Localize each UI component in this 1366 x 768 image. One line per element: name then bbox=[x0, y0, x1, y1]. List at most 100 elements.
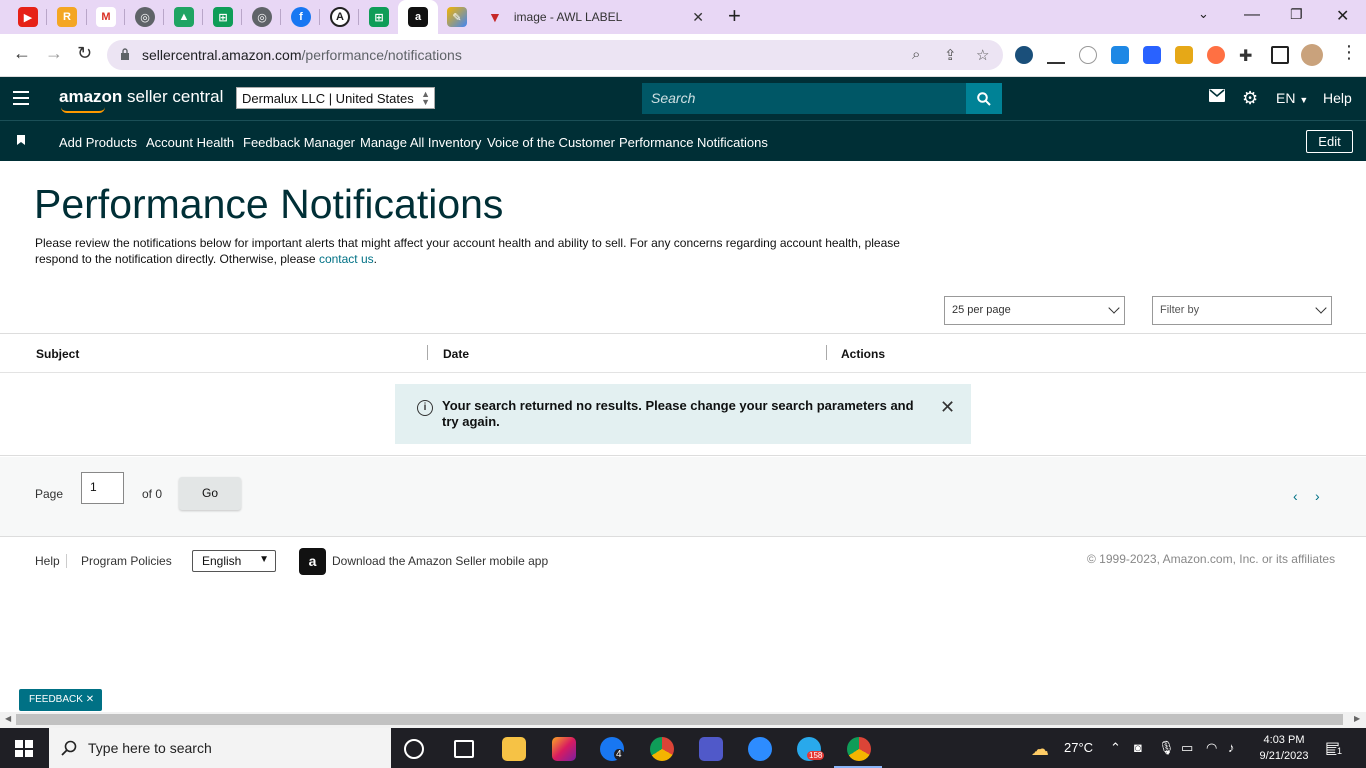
google-sheets-tab-icon[interactable]: ⊞ bbox=[213, 7, 233, 27]
r-app-tab-icon[interactable]: R bbox=[57, 7, 77, 27]
column-subject[interactable]: Subject bbox=[36, 347, 79, 361]
reload-button[interactable]: ↻ bbox=[77, 43, 92, 64]
seller-central-logo[interactable]: amazon seller central bbox=[59, 87, 223, 113]
puzzle-icon[interactable]: ✚ bbox=[1239, 46, 1257, 65]
extension-icon[interactable] bbox=[1143, 46, 1161, 64]
microphone-icon[interactable]: 🎙 bbox=[1158, 740, 1175, 756]
file-explorer-icon[interactable] bbox=[502, 737, 526, 761]
account-selector[interactable]: Dermalux LLC | United States ▲ ▼ bbox=[236, 87, 435, 109]
contact-us-link[interactable]: contact us bbox=[319, 252, 374, 266]
youtube-tab-icon[interactable]: ▶ bbox=[18, 7, 38, 27]
go-button[interactable]: Go bbox=[179, 477, 241, 510]
system-clock[interactable]: 4:03 PM 9/21/2023 bbox=[1256, 732, 1312, 764]
teams-icon[interactable] bbox=[699, 737, 723, 761]
facebook-icon[interactable]: 4 bbox=[600, 737, 624, 761]
taskbar-search[interactable]: Type here to search bbox=[49, 728, 391, 768]
search-button[interactable] bbox=[966, 83, 1002, 114]
google-sheets-tab-icon[interactable]: ⊞ bbox=[369, 7, 389, 27]
back-button[interactable]: ← bbox=[13, 43, 31, 64]
battery-icon[interactable]: ▭ bbox=[1181, 740, 1193, 756]
feedback-button[interactable]: FEEDBACK ✕ bbox=[19, 689, 102, 711]
help-link[interactable]: Help bbox=[1323, 90, 1352, 106]
instagram-icon[interactable] bbox=[552, 737, 576, 761]
fba-extension-icon[interactable] bbox=[1111, 46, 1129, 64]
new-tab-button[interactable]: + bbox=[728, 5, 741, 27]
volume-icon[interactable]: ♪ bbox=[1228, 740, 1235, 755]
forward-button[interactable]: → bbox=[45, 43, 63, 64]
camera-icon[interactable]: ◙ bbox=[1134, 740, 1142, 755]
nav-account-health[interactable]: Account Health bbox=[146, 135, 234, 150]
previous-page-icon[interactable]: ‹ bbox=[1293, 488, 1298, 504]
hamburger-menu-icon[interactable] bbox=[13, 91, 29, 105]
search-input[interactable]: Search bbox=[642, 83, 966, 114]
next-page-icon[interactable]: › bbox=[1315, 488, 1320, 504]
scrollbar-thumb[interactable] bbox=[16, 714, 1343, 725]
close-window-button[interactable]: ✕ bbox=[1336, 6, 1349, 26]
hidden-icons-chevron[interactable]: ⌃ bbox=[1110, 740, 1121, 756]
bookmark-icon[interactable] bbox=[17, 135, 25, 145]
a-app-tab-icon[interactable]: A bbox=[330, 7, 350, 27]
close-tab-icon[interactable]: ✕ bbox=[692, 9, 704, 26]
language-selector[interactable]: EN ▼ bbox=[1276, 90, 1308, 106]
tab-search-chevron-icon[interactable]: ⌄ bbox=[1198, 6, 1209, 22]
facebook-tab-icon[interactable]: f bbox=[291, 7, 311, 27]
zoom-app-icon[interactable] bbox=[748, 737, 772, 761]
cortana-icon[interactable] bbox=[404, 739, 424, 759]
tab-separator bbox=[358, 9, 359, 25]
bookmark-star-icon[interactable]: ☆ bbox=[976, 46, 989, 64]
notifications-icon[interactable]: ▤ 1 bbox=[1325, 738, 1345, 758]
globe-tab-icon[interactable]: ◎ bbox=[135, 7, 155, 27]
edit-nav-button[interactable]: Edit bbox=[1306, 130, 1353, 153]
extension-icon[interactable] bbox=[1079, 46, 1097, 64]
nav-voice-of-the-customer[interactable]: Voice of the Customer bbox=[487, 135, 615, 150]
per-page-dropdown[interactable]: 25 per page bbox=[944, 296, 1125, 325]
restore-button[interactable]: ❐ bbox=[1290, 6, 1303, 23]
mail-icon[interactable] bbox=[1209, 89, 1225, 105]
scroll-left-icon[interactable]: ◀ bbox=[5, 714, 11, 723]
footer-help-link[interactable]: Help bbox=[35, 554, 60, 568]
browser-menu-icon[interactable]: ⋮ bbox=[1340, 42, 1358, 63]
nav-feedback-manager[interactable]: Feedback Manager bbox=[243, 135, 355, 150]
search-box[interactable]: Search bbox=[642, 83, 1002, 114]
editor-tab-icon[interactable]: ✎ bbox=[447, 7, 467, 27]
extension-icon[interactable] bbox=[1047, 46, 1065, 64]
page-number-input[interactable]: 1 bbox=[81, 472, 124, 504]
wifi-icon[interactable]: ◠ bbox=[1206, 740, 1217, 756]
horizontal-scrollbar[interactable]: ◀ ▶ bbox=[0, 712, 1366, 728]
task-view-icon[interactable] bbox=[454, 740, 474, 758]
close-alert-icon[interactable]: ✕ bbox=[940, 397, 955, 418]
tab-amazon-active[interactable]: a bbox=[398, 0, 438, 34]
profile-avatar[interactable] bbox=[1301, 44, 1323, 66]
nav-manage-all-inventory[interactable]: Manage All Inventory bbox=[360, 135, 481, 150]
zoom-icon[interactable]: ⌕ bbox=[912, 46, 920, 63]
tab-awl-label[interactable]: ▼ image - AWL LABEL ✕ bbox=[478, 0, 718, 34]
chrome-profile-icon[interactable] bbox=[847, 737, 871, 761]
weather-temp[interactable]: 27°C bbox=[1064, 740, 1093, 755]
weather-icon[interactable]: ☁ bbox=[1031, 739, 1049, 760]
extension-icon[interactable] bbox=[1015, 46, 1033, 64]
amazon-seller-app-icon[interactable]: a bbox=[299, 548, 326, 575]
share-icon[interactable]: ⇪ bbox=[944, 46, 957, 64]
minimize-button[interactable]: — bbox=[1244, 6, 1260, 24]
extension-icon[interactable] bbox=[1207, 46, 1225, 64]
filter-by-dropdown[interactable]: Filter by bbox=[1152, 296, 1332, 325]
column-date[interactable]: Date bbox=[443, 347, 469, 361]
google-drive-tab-icon[interactable]: ▲ bbox=[174, 7, 194, 27]
program-policies-link[interactable]: Program Policies bbox=[81, 554, 172, 568]
nav-performance-notifications[interactable]: Performance Notifications bbox=[619, 135, 768, 150]
chrome-icon[interactable] bbox=[650, 737, 674, 761]
footer-language-select[interactable]: English ▼ bbox=[192, 550, 276, 572]
table-header: Subject Date Actions bbox=[0, 334, 1366, 373]
gear-icon[interactable]: ⚙ bbox=[1242, 88, 1258, 109]
globe-tab-icon[interactable]: ◎ bbox=[252, 7, 272, 27]
close-icon[interactable]: ✕ bbox=[86, 694, 94, 705]
nav-add-products[interactable]: Add Products bbox=[59, 135, 137, 150]
omnibox[interactable]: sellercentral.amazon.com/performance/not… bbox=[107, 40, 1003, 70]
extension-icon[interactable] bbox=[1175, 46, 1193, 64]
side-panel-icon[interactable] bbox=[1271, 46, 1289, 64]
scroll-right-icon[interactable]: ▶ bbox=[1354, 714, 1360, 723]
windows-start-icon[interactable] bbox=[15, 740, 33, 757]
download-app-link[interactable]: Download the Amazon Seller mobile app bbox=[332, 554, 548, 568]
gmail-tab-icon[interactable]: M bbox=[96, 7, 116, 27]
telegram-icon[interactable]: 158 bbox=[797, 737, 825, 761]
